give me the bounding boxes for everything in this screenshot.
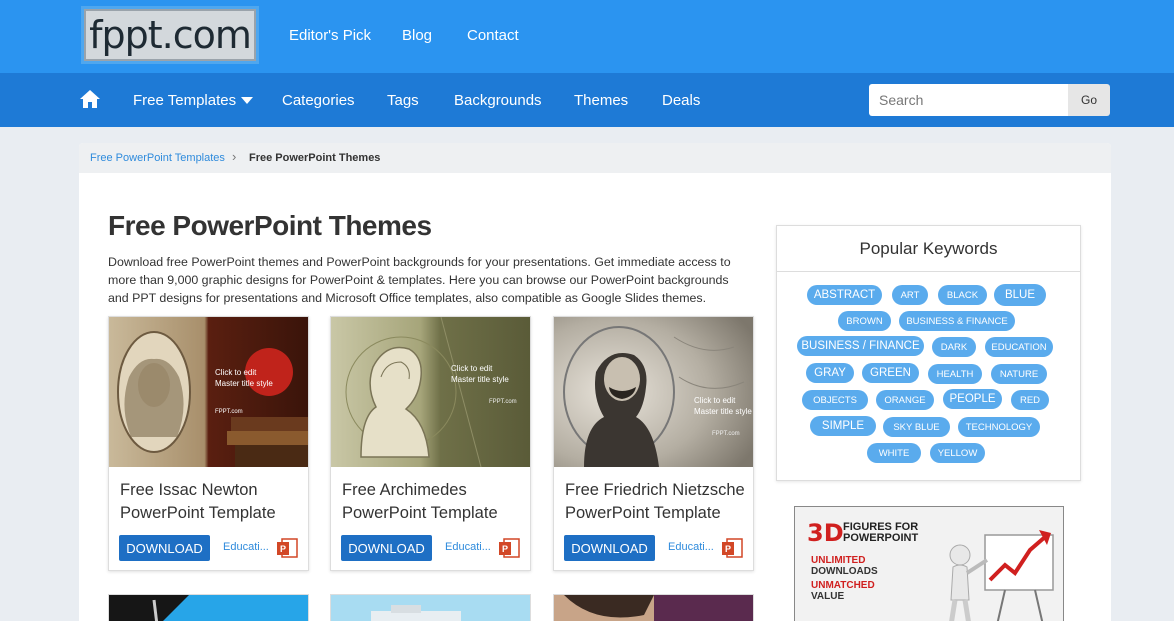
page-description: Download free PowerPoint themes and Powe… (108, 255, 731, 305)
search-go-button[interactable]: Go (1068, 84, 1110, 116)
tag-nature[interactable]: NATURE (991, 364, 1047, 384)
tag-objects[interactable]: OBJECTS (802, 390, 868, 410)
download-button[interactable]: DOWNLOAD (341, 535, 432, 561)
powerpoint-icon: P (277, 538, 298, 558)
template-thumbnail[interactable] (109, 595, 309, 621)
tag-abstract[interactable]: ABSTRACT (807, 285, 882, 305)
template-title[interactable]: Free Archimedes PowerPoint Template (342, 479, 522, 525)
thumb-line-1: Click to edit (451, 364, 493, 373)
template-card[interactable]: Click to edit Master title style FPPT.com… (108, 316, 309, 571)
figure-chart-icon (949, 530, 1054, 621)
tag-business-finance[interactable]: BUSINESS / FINANCE (797, 336, 924, 356)
thumb-caption: Click to edit Master title style (694, 395, 752, 417)
template-thumbnail[interactable] (331, 595, 531, 621)
thumb-watermark: FPPT.com (215, 409, 243, 415)
nav-free-templates[interactable]: Free Templates (133, 92, 236, 109)
top-header: fppt.com Editor's Pick Blog Contact (0, 0, 1174, 73)
thumb-line-1: Click to edit (215, 368, 257, 377)
tag-simple[interactable]: SIMPLE (810, 416, 876, 436)
tag-technology[interactable]: TECHNOLOGY (958, 417, 1040, 437)
svg-text:P: P (502, 544, 508, 554)
tag-yellow[interactable]: YELLOW (930, 443, 985, 463)
tag-brown[interactable]: BROWN (838, 311, 891, 331)
breadcrumb: Free PowerPoint Templates › Free PowerPo… (79, 143, 1111, 173)
template-card[interactable] (330, 594, 531, 621)
site-logo[interactable]: fppt.com (81, 6, 259, 64)
breadcrumb-separator: › (232, 149, 237, 164)
tag-red[interactable]: RED (1011, 390, 1049, 410)
tag-blue[interactable]: BLUE (994, 284, 1046, 306)
template-title[interactable]: Free Issac Newton PowerPoint Template (120, 479, 300, 525)
template-thumbnail[interactable] (554, 595, 754, 621)
tag-gray[interactable]: GRAY (806, 363, 854, 383)
ad-headline-line-2: POWERPOINT (843, 532, 919, 544)
svg-text:P: P (725, 544, 731, 554)
template-thumbnail[interactable]: Click to edit Master title style FPPT.com (554, 317, 753, 467)
category-link[interactable]: Educati... (445, 541, 491, 553)
category-link[interactable]: Educati... (223, 541, 269, 553)
top-link-contact[interactable]: Contact (467, 27, 519, 44)
home-icon[interactable] (79, 89, 101, 109)
svg-text:P: P (280, 544, 286, 554)
tag-black[interactable]: BLACK (938, 285, 987, 305)
template-card[interactable]: Click to edit Master title style FPPT.com… (330, 316, 531, 571)
top-link-editors-pick[interactable]: Editor's Pick (289, 27, 371, 44)
tag-white[interactable]: WHITE (867, 443, 921, 463)
search-input[interactable] (869, 84, 1068, 116)
template-card[interactable] (553, 594, 754, 621)
thumb-line-2: Master title style (215, 379, 273, 388)
nav-themes[interactable]: Themes (574, 92, 628, 109)
powerpoint-icon: P (722, 538, 743, 558)
logo-text: fppt.com (89, 13, 252, 57)
tag-orange[interactable]: ORANGE (876, 390, 934, 410)
tag-art[interactable]: ART (892, 285, 928, 305)
tag-green[interactable]: GREEN (862, 363, 919, 383)
ad-banner[interactable]: 3D FIGURES FOR POWERPOINT UNLIMITED DOWNL… (794, 506, 1064, 621)
template-card[interactable] (108, 594, 309, 621)
thumb-watermark: FPPT.com (489, 399, 517, 405)
thumb-line-2: Master title style (694, 407, 752, 416)
template-title[interactable]: Free Friedrich Nietzsche PowerPoint Temp… (565, 479, 745, 525)
template-card[interactable]: Click to edit Master title style FPPT.com… (553, 316, 754, 571)
main-nav: Free Templates Categories Tags Backgroun… (0, 73, 1174, 127)
page-title: Free PowerPoint Themes (108, 210, 432, 241)
tag-business-and-finance[interactable]: BUSINESS & FINANCE (899, 311, 1015, 331)
divider (777, 271, 1080, 272)
breadcrumb-current: Free PowerPoint Themes (249, 152, 381, 164)
download-button[interactable]: DOWNLOAD (119, 535, 210, 561)
thumb-line-1: Click to edit (694, 396, 736, 405)
powerpoint-icon: P (499, 538, 520, 558)
chevron-down-icon[interactable] (241, 97, 253, 104)
nav-tags[interactable]: Tags (387, 92, 419, 109)
nav-categories[interactable]: Categories (282, 92, 355, 109)
template-thumbnail[interactable]: Click to edit Master title style FPPT.com (331, 317, 530, 467)
ad-line-4: VALUE (811, 591, 845, 602)
tag-sky-blue[interactable]: SKY BLUE (883, 417, 950, 437)
ad-line-1: UNLIMITED (811, 555, 866, 566)
category-link[interactable]: Educati... (668, 541, 714, 553)
popular-keywords-title: Popular Keywords (859, 239, 998, 258)
breadcrumb-link[interactable]: Free PowerPoint Templates (90, 152, 225, 164)
ad-line-3: UNMATCHED (811, 580, 875, 591)
tag-education[interactable]: EDUCATION (985, 337, 1053, 357)
thumb-caption: Click to edit Master title style (451, 363, 509, 385)
nav-backgrounds[interactable]: Backgrounds (454, 92, 542, 109)
tag-dark[interactable]: DARK (932, 337, 976, 357)
template-thumbnail[interactable]: Click to edit Master title style FPPT.com (109, 317, 308, 467)
top-link-blog[interactable]: Blog (402, 27, 432, 44)
tag-health[interactable]: HEALTH (928, 364, 982, 384)
download-button[interactable]: DOWNLOAD (564, 535, 655, 561)
thumb-watermark: FPPT.com (712, 431, 740, 437)
ad-line-2: DOWNLOADS (811, 566, 878, 577)
thumb-caption: Click to edit Master title style (215, 367, 273, 389)
ad-headline: FIGURES FOR POWERPOINT (843, 522, 918, 544)
nav-deals[interactable]: Deals (662, 92, 700, 109)
thumb-line-2: Master title style (451, 375, 509, 384)
tag-people[interactable]: PEOPLE (943, 389, 1002, 409)
ad-headline-3d: 3D (807, 519, 844, 547)
